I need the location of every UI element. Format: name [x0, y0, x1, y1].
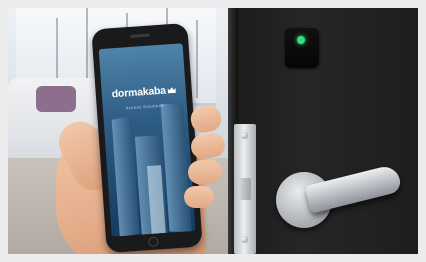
home-button-icon [148, 236, 159, 247]
latch-bolt [239, 178, 251, 200]
smart-lock-reader [285, 28, 319, 68]
app-logo: dormakaba [105, 83, 182, 100]
product-photo: dormakaba Access Solutions [8, 8, 418, 254]
phone-earpiece [129, 33, 150, 38]
phone-screen: dormakaba Access Solutions [98, 43, 196, 237]
brand-name: dormakaba [111, 84, 167, 101]
cushion [36, 86, 76, 112]
crown-icon [167, 87, 177, 94]
little-finger [184, 186, 214, 208]
smartphone: dormakaba Access Solutions [91, 22, 203, 254]
status-led-icon [297, 36, 305, 44]
